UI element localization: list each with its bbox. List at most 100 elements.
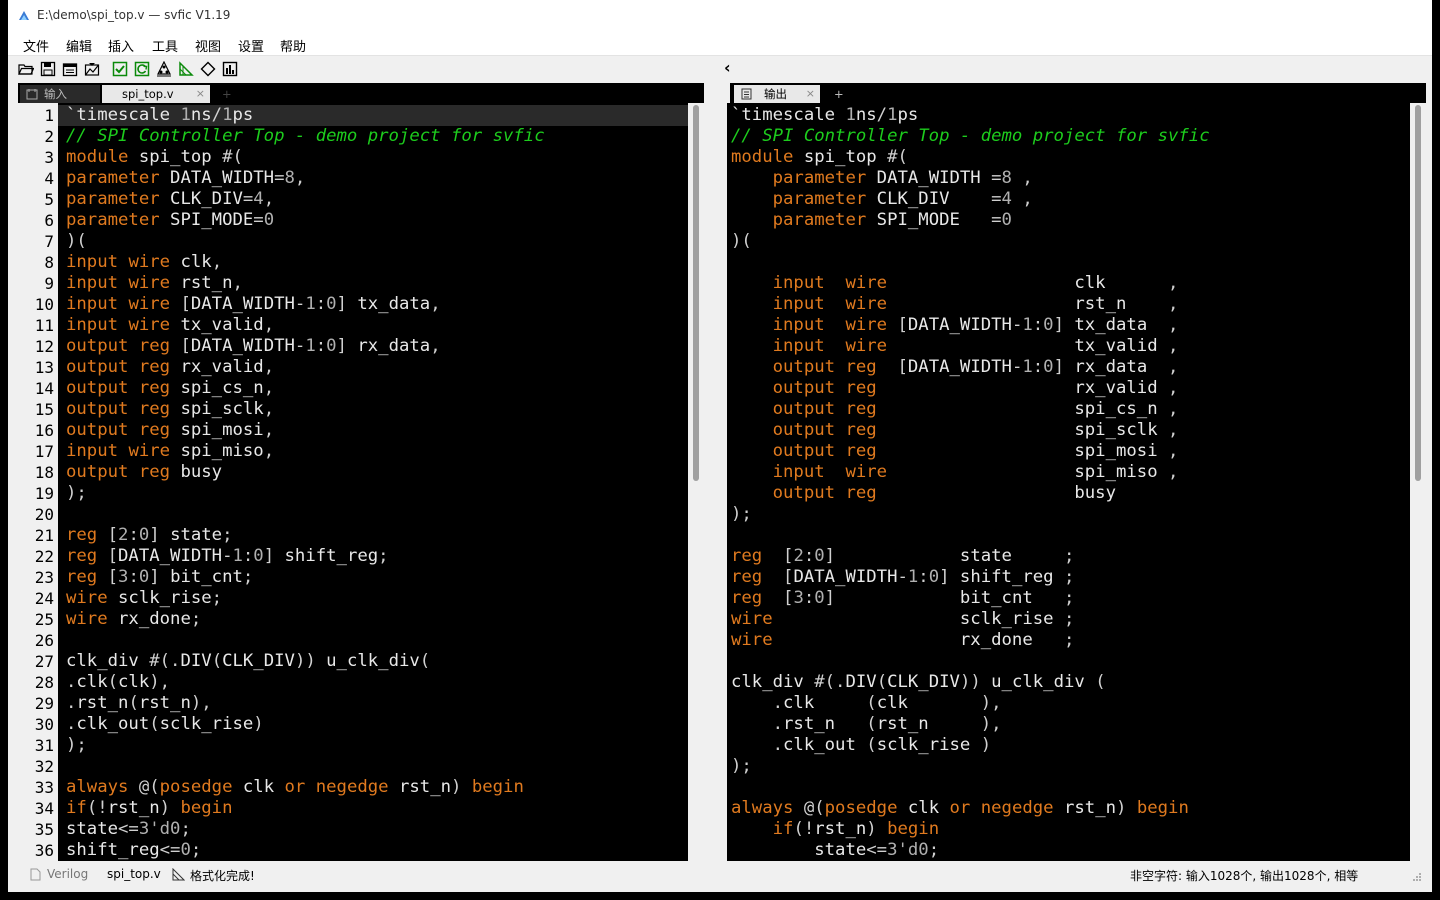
input-scrollbar[interactable] [688, 103, 704, 861]
output-scrollbar[interactable] [1410, 103, 1426, 861]
line-number: 4 [44, 169, 54, 188]
title-bar: E:\demo\spi_top.v — svfic V1.19 [8, 0, 1432, 32]
check-icon[interactable] [111, 60, 129, 78]
code-line: input wire spi_miso , [772, 462, 1179, 482]
add-tab-button[interactable]: + [216, 85, 236, 103]
code-line: ); [731, 504, 752, 524]
code-line: output reg spi_sclk , [772, 420, 1179, 440]
add-output-tab-button[interactable]: + [828, 85, 848, 103]
pane-splitter[interactable] [704, 83, 716, 861]
code-line: input wire clk, [66, 252, 223, 272]
open-folder-icon[interactable] [17, 60, 35, 78]
code-line: input wire spi_miso, [66, 441, 275, 461]
line-number: 26 [34, 631, 54, 650]
left-tab-bar: 输入 spi_top.v × + [18, 83, 704, 103]
code-line: input wire [DATA_WIDTH-1:0] tx_data , [772, 315, 1179, 335]
input-scrollbar-thumb[interactable] [693, 105, 699, 481]
code-line: // SPI Controller Top - demo project for… [731, 126, 1210, 146]
line-number: 32 [34, 757, 54, 776]
code-line: output reg rx_valid, [66, 357, 275, 377]
code-line: ); [731, 756, 752, 776]
menu-view[interactable]: 视图 [195, 36, 221, 55]
menu-help[interactable]: 帮助 [280, 36, 306, 55]
line-number: 23 [34, 568, 54, 587]
close-output-tab-icon[interactable]: × [806, 85, 815, 103]
code-line: reg [2:0] state; [66, 525, 233, 545]
menu-file[interactable]: 文件 [23, 36, 49, 55]
code-line: .clk (clk ), [731, 693, 1002, 713]
code-line: output reg spi_mosi, [66, 420, 275, 440]
code-line: state<=3'd0; [66, 819, 191, 839]
menu-bar: 文件 编辑 插入 工具 视图 设置 帮助 [8, 32, 1432, 56]
status-bar: Verilog spi_top.v 格式化完成! 非空字符: 输入1028个, … [8, 862, 1432, 888]
code-line: output reg busy [772, 483, 1116, 503]
code-line: reg [DATA_WIDTH-1:0] shift_reg ; [731, 567, 1075, 587]
code-line: )( [66, 231, 87, 251]
add-tab-icon: + [222, 87, 232, 101]
input-icon [26, 89, 38, 100]
code-line: )( [731, 231, 752, 251]
line-number: 25 [34, 610, 54, 629]
code-line: output reg [DATA_WIDTH-1:0] rx_data, [66, 336, 441, 356]
code-line: if(!rst_n) begin [772, 819, 940, 839]
code-line: output reg spi_cs_n , [772, 399, 1179, 419]
line-number: 19 [34, 484, 54, 503]
save-icon[interactable] [39, 60, 57, 78]
code-line: input wire clk , [772, 273, 1179, 293]
tab-spi-top[interactable]: spi_top.v × [102, 85, 210, 103]
input-editor[interactable]: 1 `timescale 1ns/1ps 2 // SPI Controller To… [18, 103, 704, 861]
line-number: 7 [44, 232, 54, 251]
menu-settings[interactable]: 设置 [238, 36, 264, 55]
line-number: 10 [34, 295, 54, 314]
status-language: Verilog [47, 867, 89, 881]
code-line: wire sclk_rise; [66, 588, 223, 608]
code-line: module spi_top #( [66, 147, 243, 167]
code-line: ); [66, 735, 87, 755]
output-scrollbar-thumb[interactable] [1415, 105, 1421, 481]
line-number: 29 [34, 694, 54, 713]
format-icon [172, 868, 185, 881]
line-number: 21 [34, 526, 54, 545]
code-line: input wire tx_valid, [66, 315, 275, 335]
collapse-pane-button[interactable]: ‹ [724, 58, 731, 77]
diamond-icon[interactable] [199, 60, 217, 78]
tree-icon[interactable] [155, 60, 173, 78]
code-line: parameter SPI_MODE =0 [772, 210, 1012, 230]
close-tab-icon[interactable]: × [196, 85, 205, 103]
line-number: 30 [34, 715, 54, 734]
line-number: 27 [34, 652, 54, 671]
triangle-icon[interactable] [177, 60, 195, 78]
menu-insert[interactable]: 插入 [108, 36, 134, 55]
code-line: always @(posedge clk or negedge rst_n) b… [66, 777, 524, 797]
report-icon[interactable] [221, 60, 239, 78]
save-all-icon[interactable] [61, 60, 79, 78]
status-stats: 非空字符: 输入1028个, 输出1028个, 相等 [1130, 869, 1359, 883]
reload-icon[interactable] [83, 60, 101, 78]
tab-file-label: spi_top.v [122, 87, 174, 101]
menu-edit[interactable]: 编辑 [66, 36, 92, 55]
line-number: 17 [34, 442, 54, 461]
tab-output[interactable]: 输出 × [734, 85, 820, 103]
code-line: parameter CLK_DIV=4, [66, 189, 275, 209]
refresh-icon[interactable] [133, 60, 151, 78]
line-number: 34 [34, 799, 54, 818]
app-icon [19, 11, 29, 20]
line-number: 18 [34, 463, 54, 482]
line-number: 6 [44, 211, 54, 230]
code-line: reg [3:0] bit_cnt ; [731, 588, 1075, 608]
code-line: parameter SPI_MODE=0 [66, 210, 275, 230]
code-line: always @(posedge clk or negedge rst_n) b… [731, 798, 1189, 818]
line-number: 12 [34, 337, 54, 356]
code-line: clk_div #(.DIV(CLK_DIV)) u_clk_div ( [731, 672, 1106, 692]
code-line: `timescale 1ns/1ps [66, 105, 254, 125]
code-line: state<=3'd0; [814, 840, 940, 860]
resize-grip-icon[interactable] [1412, 872, 1422, 882]
menu-tools[interactable]: 工具 [152, 36, 178, 55]
code-line: wire rx_done; [66, 609, 202, 629]
code-line: wire rx_done ; [731, 630, 1075, 650]
tab-input[interactable]: 输入 [20, 85, 100, 103]
output-editor[interactable]: `timescale 1ns/1ps// SPI Controller Top … [727, 103, 1426, 861]
code-line: .rst_n (rst_n ), [731, 714, 1002, 734]
document-icon [30, 868, 41, 881]
code-line: reg [2:0] state ; [731, 546, 1075, 566]
